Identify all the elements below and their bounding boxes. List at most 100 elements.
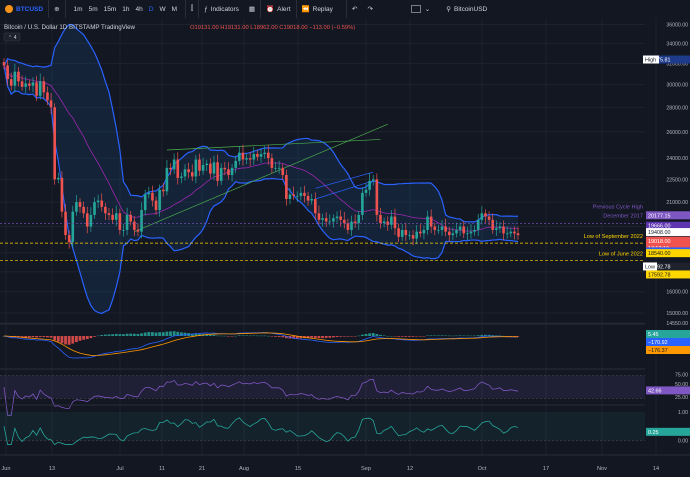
candle-body bbox=[328, 221, 332, 223]
indicators-label: Indicators bbox=[210, 5, 239, 13]
timeframe-d[interactable]: D bbox=[146, 6, 157, 13]
candle-body bbox=[245, 158, 248, 160]
layout-button[interactable]: ▦ bbox=[244, 0, 260, 18]
candle-body bbox=[147, 192, 151, 195]
candle-body bbox=[379, 214, 382, 224]
chart-type-button[interactable]: ⫿ bbox=[185, 0, 198, 18]
indicators-button[interactable]: ƒ Indicators bbox=[198, 0, 244, 18]
macd-bar bbox=[67, 336, 71, 345]
candle-body bbox=[89, 214, 93, 227]
macd-bar bbox=[393, 336, 397, 337]
chart-canvas[interactable]: Previous Cycle High December 2017 Low of S… bbox=[0, 18, 690, 477]
candle-body bbox=[234, 160, 237, 168]
alarm-icon: ⏰ bbox=[266, 6, 275, 13]
candle-body bbox=[314, 198, 317, 214]
price-tick-label: 36000.00 bbox=[666, 23, 688, 29]
candle-body bbox=[75, 202, 78, 212]
undo-button[interactable]: ↶ bbox=[345, 0, 362, 18]
macd-bar bbox=[339, 336, 343, 337]
rsi-band bbox=[0, 375, 645, 399]
timeframe-4h[interactable]: 4h bbox=[133, 6, 146, 13]
candle-body bbox=[64, 211, 67, 236]
candle-body bbox=[368, 180, 371, 190]
macd-bar bbox=[154, 332, 158, 336]
macd-bar bbox=[332, 336, 335, 338]
timeframe-m[interactable]: M bbox=[169, 6, 180, 13]
candle-body bbox=[415, 231, 418, 239]
candle bbox=[375, 173, 379, 222]
candle-body bbox=[6, 65, 9, 80]
macd-bar bbox=[42, 336, 46, 338]
symbol-search[interactable]: ⚲ BitcoinUSD bbox=[441, 0, 492, 18]
high-label: High bbox=[645, 58, 656, 64]
rewind-icon: ⏪ bbox=[301, 6, 310, 13]
macd-bar bbox=[27, 336, 31, 338]
timeframe-1h[interactable]: 1h bbox=[119, 6, 132, 13]
timeframe-w[interactable]: W bbox=[156, 6, 168, 13]
layout-select[interactable]: ⌄ bbox=[406, 0, 435, 18]
redo-button[interactable]: ↷ bbox=[362, 0, 377, 18]
candle-body bbox=[122, 229, 125, 231]
candle-body bbox=[447, 231, 451, 236]
macd-bar bbox=[411, 336, 415, 337]
macd-bar bbox=[317, 336, 321, 339]
macd-bar bbox=[342, 336, 346, 337]
candle-body bbox=[502, 226, 505, 234]
macd-bar bbox=[161, 332, 165, 336]
time-tick-label: Jun bbox=[1, 466, 10, 472]
macd-bar bbox=[230, 336, 234, 337]
candle-body bbox=[455, 229, 458, 234]
timeframe-5m[interactable]: 5m bbox=[86, 6, 101, 13]
macd-bar bbox=[415, 336, 419, 337]
symbol-button[interactable]: BTCUSD bbox=[0, 0, 48, 18]
macd-bar bbox=[360, 334, 364, 336]
price-tick-label: 34000.00 bbox=[666, 41, 688, 47]
timeframe-1m[interactable]: 1m bbox=[71, 6, 86, 13]
candle-body bbox=[397, 228, 400, 237]
macd-signal-value: −176.37 bbox=[648, 348, 668, 354]
alert-button[interactable]: ⏰ Alert bbox=[260, 0, 295, 18]
rsi-value-tag: 42.66 bbox=[648, 388, 662, 394]
candle-body bbox=[400, 229, 404, 237]
candle-body bbox=[100, 200, 104, 207]
timeframe-15m[interactable]: 15m bbox=[101, 6, 120, 13]
macd-bar bbox=[114, 333, 118, 336]
candle-body bbox=[513, 231, 516, 234]
macd-bar bbox=[219, 335, 223, 337]
macd-bar bbox=[24, 336, 28, 338]
grid-icon: ▦ bbox=[248, 6, 256, 13]
macd-bar bbox=[480, 334, 484, 336]
toolbar: BTCUSD ⊕ 1m 5m 15m 1h 4h D W M ⫿ ƒ Indicators ▦… bbox=[0, 0, 690, 19]
time-tick-label: 14 bbox=[653, 466, 659, 472]
macd-bar bbox=[35, 336, 38, 338]
candle-body bbox=[419, 231, 422, 234]
candle-body bbox=[346, 223, 350, 230]
candle-body bbox=[198, 159, 201, 171]
macd-bar bbox=[357, 335, 361, 337]
candle-body bbox=[13, 71, 17, 86]
candle-body bbox=[310, 198, 313, 201]
macd-bar bbox=[103, 334, 107, 336]
macd-bar bbox=[89, 336, 93, 339]
undo-icon: ↶ bbox=[351, 6, 358, 13]
candle-body bbox=[429, 216, 433, 227]
candle-body bbox=[266, 152, 270, 159]
rsi-level-label: 25.00 bbox=[675, 395, 688, 401]
candle-body bbox=[371, 179, 375, 181]
candle-body bbox=[161, 189, 165, 192]
candle-body bbox=[248, 158, 252, 160]
candle-body bbox=[49, 100, 53, 108]
replay-button[interactable]: ⏪ Replay bbox=[295, 0, 338, 18]
candle-body bbox=[375, 179, 379, 215]
macd-bar bbox=[100, 334, 104, 336]
add-symbol-button[interactable]: ⊕ bbox=[48, 0, 64, 18]
candle-body bbox=[408, 235, 411, 236]
candle-body bbox=[24, 83, 28, 87]
macd-bar bbox=[274, 336, 277, 337]
candle-body bbox=[31, 82, 35, 86]
candle-body bbox=[303, 192, 306, 196]
candle-body bbox=[270, 158, 274, 168]
time-tick-label: 11 bbox=[159, 466, 165, 472]
macd-bar bbox=[111, 334, 114, 336]
macd-bar bbox=[429, 335, 433, 336]
